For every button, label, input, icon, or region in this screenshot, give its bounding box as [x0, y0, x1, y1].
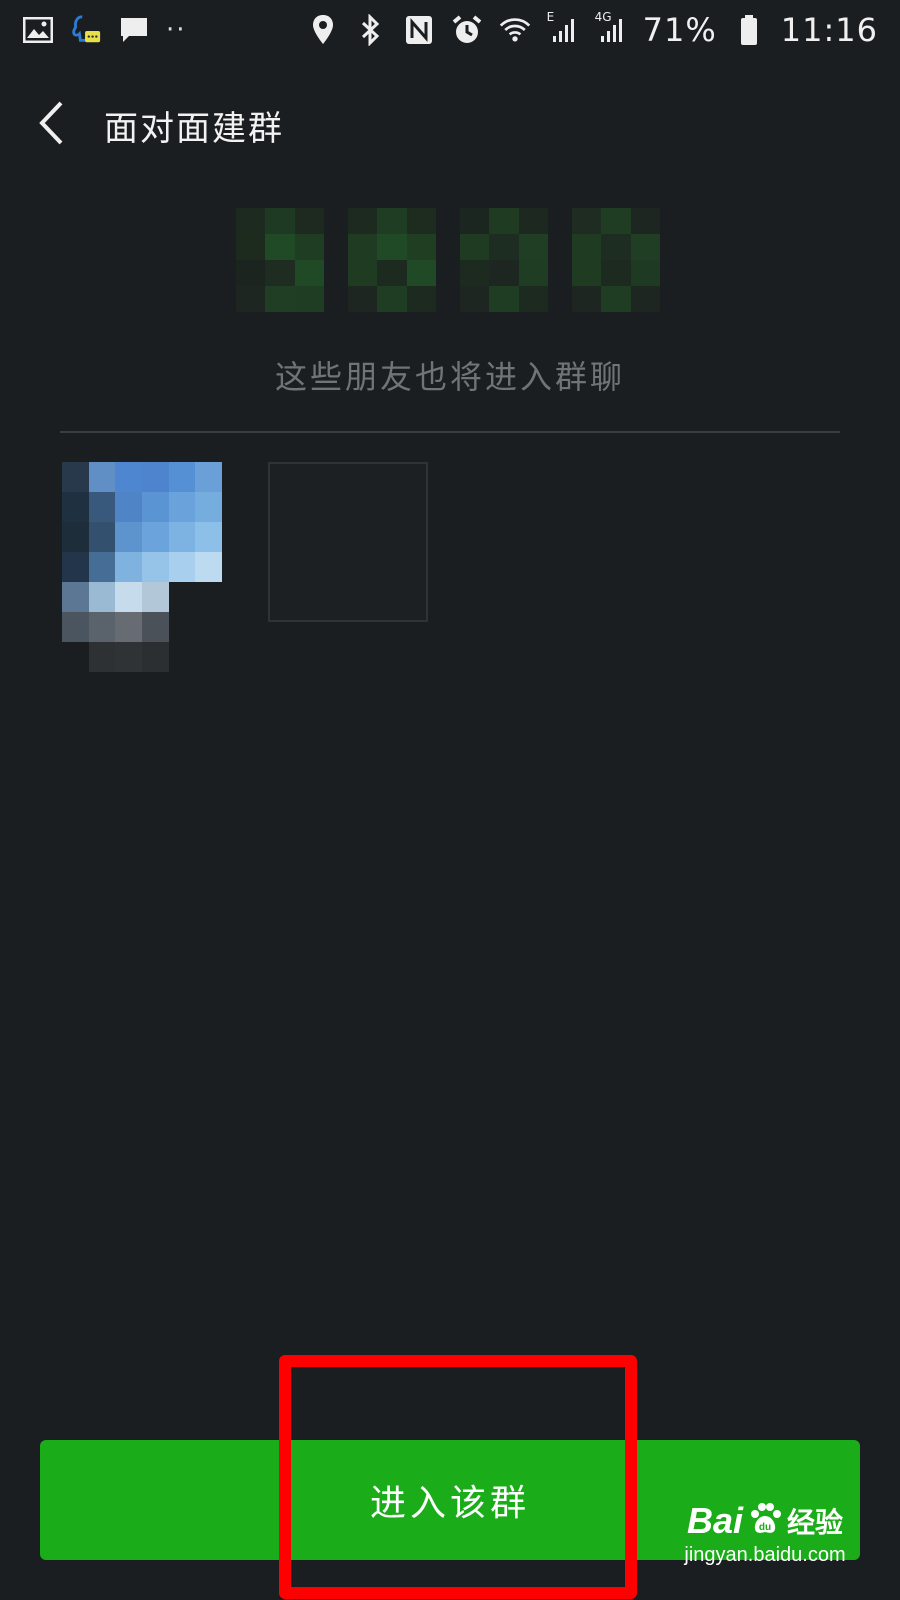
clock: 11:16 [780, 11, 878, 49]
wifi-icon [499, 14, 531, 46]
code-digit-1 [236, 208, 324, 312]
enter-group-label: 进入该群 [369, 1483, 530, 1524]
chevron-left-icon [36, 100, 66, 150]
divider [60, 431, 840, 433]
signal-e-label: E [546, 10, 555, 24]
avatar-image [62, 462, 222, 672]
alarm-icon [451, 14, 483, 46]
signal-4g-icon: 4G [595, 10, 627, 46]
image-icon [22, 14, 54, 46]
watermark-brand: Bai [686, 1500, 743, 1541]
battery-icon [733, 14, 765, 46]
bluetooth-icon [355, 14, 387, 46]
members-hint: 这些朋友也将进入群聊 [274, 358, 625, 396]
code-digit-4 [572, 208, 660, 312]
member-list [62, 462, 428, 672]
message-icon [118, 14, 150, 46]
paw-icon: du [747, 1502, 783, 1540]
empty-member-slot[interactable] [268, 462, 428, 622]
svg-text:du: du [759, 1522, 771, 1533]
signal-e-icon: E [547, 10, 579, 46]
avatar[interactable] [62, 462, 222, 672]
baidu-logo: Bai du 经验 [687, 1500, 843, 1542]
location-icon [307, 14, 339, 46]
watermark-suffix: 经验 [787, 1506, 844, 1539]
battery-percent: 71% [642, 11, 717, 49]
baidu-watermark: Bai du 经验 jingyan.baidu.com [680, 1500, 850, 1590]
back-button[interactable] [6, 80, 96, 170]
code-digit-3 [460, 208, 548, 312]
status-left: ·· [22, 14, 187, 46]
status-bar: ·· E 4G 71% 11:16 [0, 0, 900, 60]
more-notifications: ·· [166, 15, 187, 45]
page-title: 面对面建群 [104, 108, 284, 149]
navigation-bar: 面对面建群 [0, 80, 900, 170]
code-digit-2 [348, 208, 436, 312]
qq-notification-icon [70, 14, 102, 46]
watermark-url: jingyan.baidu.com [684, 1544, 846, 1566]
status-right: E 4G 71% 11:16 [307, 10, 878, 49]
group-code [236, 208, 660, 312]
signal-4g-label: 4G [594, 10, 612, 24]
nfc-icon [403, 14, 435, 46]
